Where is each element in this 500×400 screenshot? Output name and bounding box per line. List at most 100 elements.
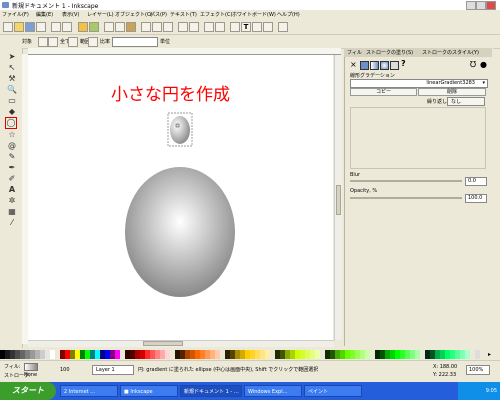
ellipse-segment-icon[interactable] — [48, 37, 58, 47]
spray-tool-icon[interactable]: ✲ — [7, 196, 17, 206]
ellipse-whole-icon[interactable] — [38, 37, 48, 47]
horizontal-scroll-thumb[interactable] — [143, 341, 183, 346]
gradient-handle[interactable] — [175, 123, 180, 128]
swatch[interactable] — [265, 350, 270, 359]
no-paint-icon[interactable]: × — [350, 60, 357, 69]
copy-icon[interactable] — [104, 22, 114, 32]
taskbar-item[interactable]: ■ Inkscape — [120, 385, 178, 397]
save-icon[interactable] — [25, 22, 35, 32]
layer-select[interactable]: Layer 1 — [92, 365, 134, 375]
swatch[interactable] — [365, 350, 370, 359]
tweak-tool-icon[interactable]: ⚒ — [7, 74, 17, 84]
open-icon[interactable] — [14, 22, 24, 32]
large-circle[interactable] — [125, 167, 235, 297]
ellipse-arc-icon[interactable] — [68, 37, 78, 47]
dropper-tool-icon[interactable]: ⁄ — [7, 218, 17, 228]
unset-paint-icon[interactable]: ? — [401, 59, 406, 68]
horizontal-scrollbar[interactable] — [28, 340, 334, 347]
pencil-tool-icon[interactable]: ✎ — [7, 152, 17, 162]
menu-layer[interactable]: レイヤー(L) — [87, 11, 114, 18]
preferences-icon[interactable] — [278, 22, 288, 32]
print-icon[interactable] — [36, 22, 46, 32]
start-angle-icon[interactable] — [88, 37, 98, 47]
calligraphy-tool-icon[interactable]: ✐ — [7, 174, 17, 184]
blur-input[interactable]: 0.0 — [465, 177, 487, 186]
zoom-field[interactable]: 100% — [466, 365, 490, 375]
align-icon[interactable] — [263, 22, 273, 32]
node-tool-icon[interactable]: ↖ — [7, 63, 17, 73]
menu-whiteboard[interactable]: ホワイトボード(W) — [232, 11, 276, 18]
menu-path[interactable]: パス(P) — [150, 11, 167, 18]
paste-icon[interactable] — [126, 22, 136, 32]
ellipse-tool-icon[interactable]: ◯ — [5, 117, 17, 129]
ctl-input-field[interactable] — [112, 37, 158, 47]
cut-icon[interactable] — [115, 22, 125, 32]
fill-indicator[interactable] — [24, 363, 38, 371]
fill-stroke-icon[interactable] — [230, 22, 240, 32]
zoom-tool-icon[interactable]: 🔍 — [7, 85, 17, 95]
ungroup-icon[interactable] — [215, 22, 225, 32]
linear-gradient-icon[interactable] — [370, 61, 379, 70]
taskbar-item[interactable]: ペイント — [304, 385, 362, 397]
menu-view[interactable]: 表示(V) — [62, 11, 79, 18]
color-palette[interactable]: ▸ — [0, 350, 500, 359]
spiral-tool-icon[interactable]: @ — [7, 141, 17, 151]
taskbar-item[interactable]: Windows Expl… — [244, 385, 302, 397]
xml-editor-icon[interactable] — [252, 22, 262, 32]
taskbar-item[interactable]: 新規ドキュメント 1 - … — [180, 385, 242, 397]
redo-icon[interactable] — [89, 22, 99, 32]
swatch[interactable] — [415, 350, 420, 359]
rect-tool-icon[interactable]: ▭ — [7, 96, 17, 106]
opacity-indicator[interactable]: 100 — [60, 367, 70, 373]
menu-effects[interactable]: エフェクト(C) — [200, 11, 232, 18]
zoom-drawing-icon[interactable] — [152, 22, 162, 32]
menu-text[interactable]: テキスト(T) — [170, 11, 197, 18]
swatch[interactable] — [115, 350, 120, 359]
pattern-icon[interactable] — [390, 61, 399, 70]
maximize-button[interactable] — [476, 1, 486, 10]
flat-color-icon[interactable] — [360, 61, 369, 70]
group-icon[interactable] — [204, 22, 214, 32]
repeat-select[interactable]: なし — [447, 97, 485, 106]
menu-object[interactable]: オブジェクト(O) — [115, 11, 153, 18]
close-button[interactable] — [486, 1, 496, 10]
opacity-slider[interactable] — [350, 197, 462, 199]
menu-help[interactable]: ヘルプ(H) — [277, 11, 300, 18]
delete-gradient-button[interactable]: 削除 — [418, 88, 486, 96]
swatch[interactable] — [465, 350, 470, 359]
text-tool-icon[interactable]: A — [7, 185, 17, 195]
swatch[interactable] — [475, 350, 480, 359]
small-circle[interactable] — [170, 116, 190, 144]
gradient-tool-icon[interactable]: ▦ — [7, 207, 17, 217]
copy-gradient-button[interactable]: コピー — [350, 88, 417, 96]
star-tool-icon[interactable]: ☆ — [7, 130, 17, 140]
vertical-scroll-thumb[interactable] — [336, 185, 341, 215]
start-button[interactable]: スタート — [0, 382, 56, 400]
swatch[interactable] — [215, 350, 220, 359]
opacity-input[interactable]: 100.0 — [465, 194, 487, 203]
pen-tool-icon[interactable]: ✒ — [7, 163, 17, 173]
duplicate-icon[interactable] — [178, 22, 188, 32]
fill-rule-nonzero-icon[interactable]: ● — [480, 60, 487, 69]
menu-edit[interactable]: 編集(E) — [36, 11, 53, 18]
clone-icon[interactable] — [189, 22, 199, 32]
export-icon[interactable] — [62, 22, 72, 32]
zoom-page-icon[interactable] — [163, 22, 173, 32]
box3d-tool-icon[interactable]: ◆ — [7, 107, 17, 117]
swatch[interactable] — [165, 350, 170, 359]
new-document-icon[interactable] — [3, 22, 13, 32]
import-icon[interactable] — [51, 22, 61, 32]
gradient-select[interactable]: linearGradient3283 ▾ — [350, 79, 488, 88]
radial-gradient-icon[interactable] — [380, 61, 389, 70]
palette-menu-icon[interactable]: ▸ — [488, 350, 493, 359]
tab-fill[interactable]: フィル — [347, 49, 362, 56]
blur-slider[interactable] — [350, 180, 462, 182]
taskbar-item[interactable]: 2 Internet … — [60, 385, 118, 397]
fill-rule-evenodd-icon[interactable]: ℧ — [470, 60, 476, 69]
undo-icon[interactable] — [78, 22, 88, 32]
vertical-scrollbar[interactable] — [334, 55, 342, 340]
text-font-icon[interactable]: T — [241, 22, 251, 32]
drawing-canvas[interactable]: 小さな円を作成 — [28, 55, 333, 340]
tab-stroke-style[interactable]: ストロークのスタイル(Y) — [422, 49, 479, 56]
selector-tool-icon[interactable]: ➤ — [7, 52, 17, 62]
